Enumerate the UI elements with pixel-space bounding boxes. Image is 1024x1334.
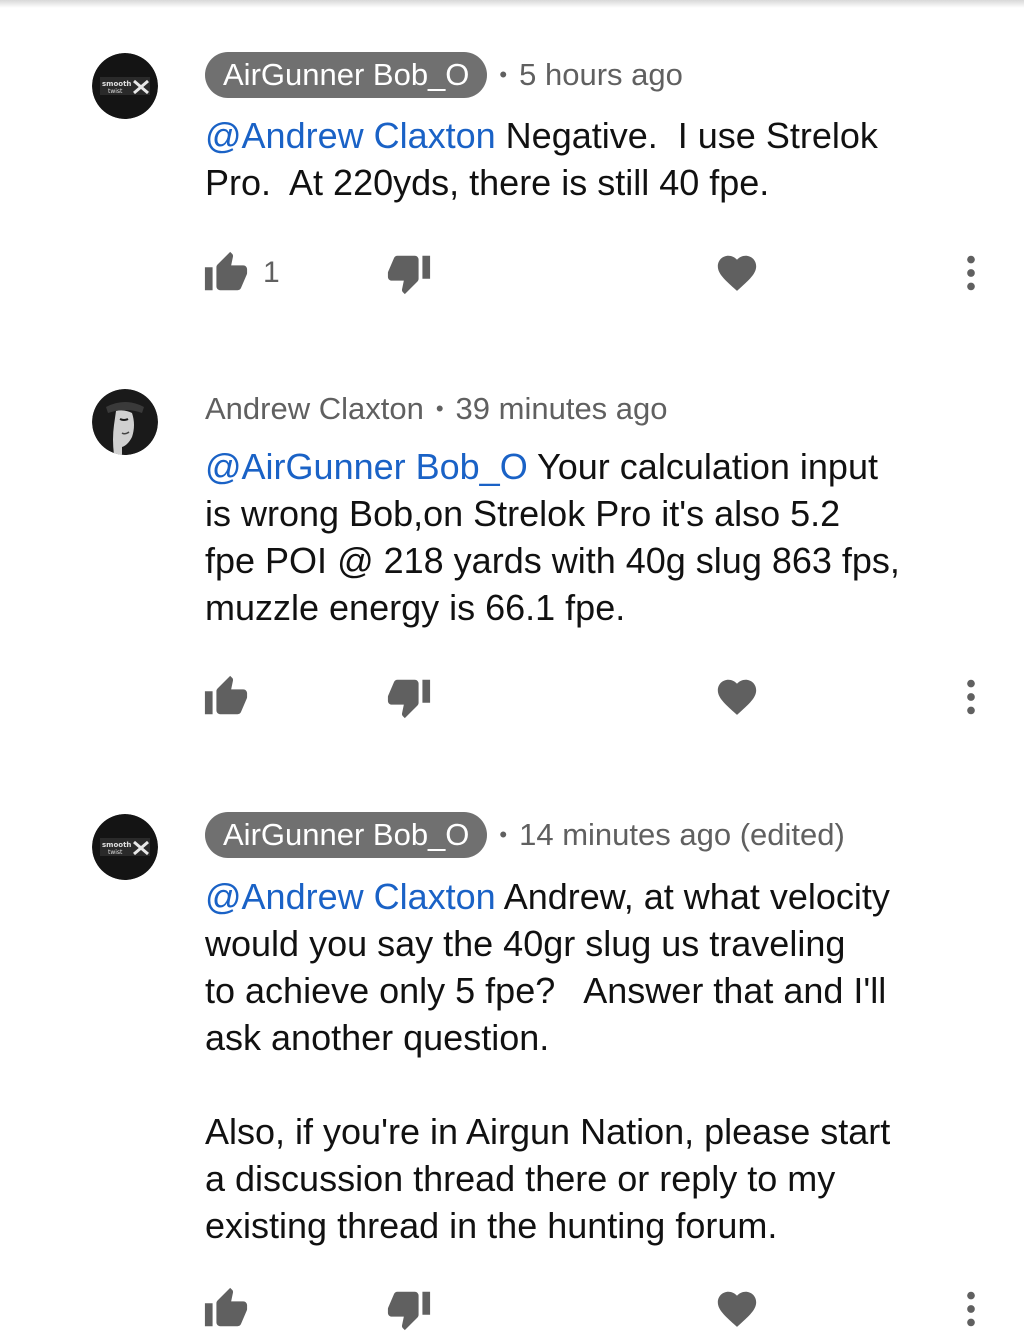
author-name[interactable]: Andrew Claxton xyxy=(205,391,424,427)
avatar[interactable]: smooth twist xyxy=(92,814,158,880)
svg-text:twist: twist xyxy=(108,849,123,856)
comment-body: @Andrew Claxton Negative. I use Strelok … xyxy=(205,112,985,206)
heart-icon xyxy=(717,255,757,291)
like-button[interactable] xyxy=(203,1284,263,1334)
face-silhouette-icon xyxy=(92,389,158,455)
heart-icon xyxy=(717,679,757,715)
comment-body: @AirGunner Bob_O Your calculation input … xyxy=(205,443,985,631)
comment-header: AirGunner Bob_O • 14 minutes ago (edited… xyxy=(205,812,845,858)
comment-actions xyxy=(0,1284,1024,1334)
more-options-button[interactable] xyxy=(948,248,994,298)
more-vert-icon xyxy=(967,255,975,291)
like-button[interactable] xyxy=(203,672,263,722)
timestamp: 5 hours ago xyxy=(519,57,683,92)
timestamp: 39 minutes ago xyxy=(455,391,668,426)
dislike-button[interactable] xyxy=(386,248,432,298)
thumbs-up-icon xyxy=(204,1287,248,1327)
comment-text: Andrew, at what velocity would you say t… xyxy=(205,876,891,1246)
thumbs-down-icon xyxy=(387,255,431,295)
top-shadow xyxy=(0,0,1024,8)
comment-header: Andrew Claxton • 39 minutes ago xyxy=(205,386,668,432)
more-options-button[interactable] xyxy=(948,1284,994,1334)
heart-button[interactable] xyxy=(714,1284,760,1334)
like-button[interactable]: 1 xyxy=(203,248,280,298)
more-options-button[interactable] xyxy=(948,672,994,722)
separator-dot: • xyxy=(499,822,508,847)
separator-dot: • xyxy=(499,62,508,87)
thumbs-down-icon xyxy=(387,1291,431,1331)
avatar[interactable] xyxy=(92,389,158,455)
separator-dot: • xyxy=(435,396,444,421)
svg-text:twist: twist xyxy=(108,88,123,95)
heart-icon xyxy=(717,1291,757,1327)
heart-button[interactable] xyxy=(714,248,760,298)
svg-text:smooth: smooth xyxy=(102,841,131,849)
like-count: 1 xyxy=(263,256,280,289)
smooth-twist-logo-icon: smooth twist xyxy=(92,814,158,880)
thumbs-down-icon xyxy=(387,679,431,719)
heart-button[interactable] xyxy=(714,672,760,722)
mention-link[interactable]: @Andrew Claxton xyxy=(205,876,496,917)
svg-text:smooth: smooth xyxy=(102,80,131,88)
comment-actions xyxy=(0,672,1024,722)
thumbs-up-icon xyxy=(204,251,248,291)
mention-link[interactable]: @Andrew Claxton xyxy=(205,115,496,156)
author-name[interactable]: AirGunner Bob_O xyxy=(205,812,488,858)
comment-body: @Andrew Claxton Andrew, at what velocity… xyxy=(205,873,985,1249)
more-vert-icon xyxy=(967,679,975,715)
author-name[interactable]: AirGunner Bob_O xyxy=(205,52,488,98)
timestamp: 14 minutes ago (edited) xyxy=(519,817,845,852)
mention-link[interactable]: @AirGunner Bob_O xyxy=(205,446,528,487)
comment-actions: 1 xyxy=(0,248,1024,298)
more-vert-icon xyxy=(967,1291,975,1327)
avatar[interactable]: smooth twist xyxy=(92,53,158,119)
dislike-button[interactable] xyxy=(386,672,432,722)
dislike-button[interactable] xyxy=(386,1284,432,1334)
thumbs-up-icon xyxy=(204,675,248,715)
smooth-twist-logo-icon: smooth twist xyxy=(92,53,158,119)
comment-header: AirGunner Bob_O • 5 hours ago xyxy=(205,52,683,98)
